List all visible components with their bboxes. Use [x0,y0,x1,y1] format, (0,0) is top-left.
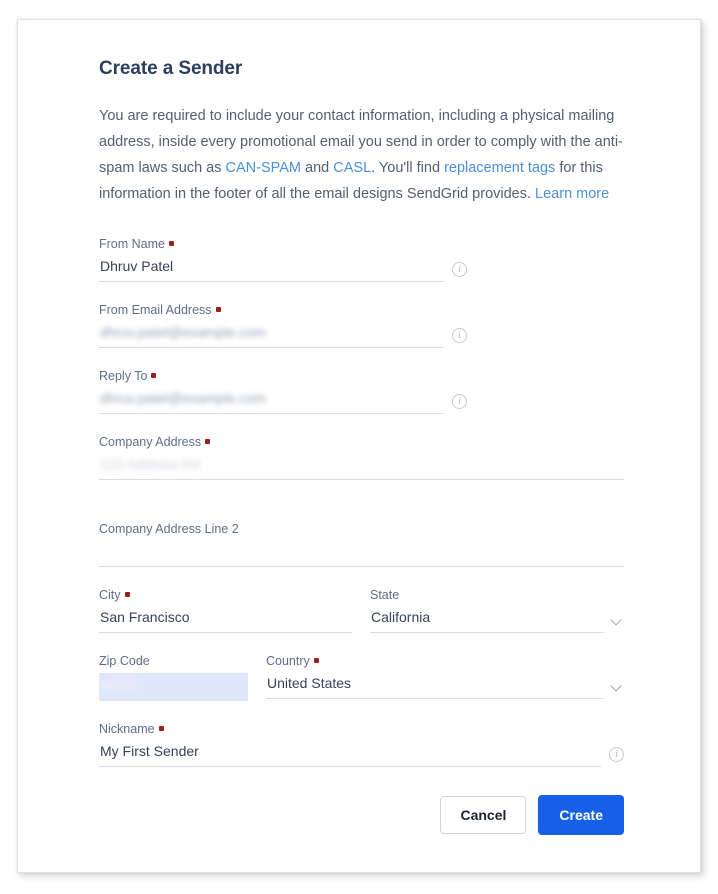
control-company-address-2 [99,540,624,567]
state-select-value[interactable]: California [370,607,604,633]
field-company-address-2: Company Address Line 2 [99,522,624,567]
card-content: Create a Sender You are required to incl… [99,58,624,835]
intro-paragraph: You are required to include your contact… [99,103,626,207]
sender-form: From Name i From Email Address dhruv.pat… [99,237,624,767]
zip-code-input[interactable]: 94111 [99,672,248,701]
field-nickname: Nickname i [99,722,624,767]
cancel-button[interactable]: Cancel [440,795,527,834]
field-city: City [99,588,352,633]
label-country: Country [266,654,624,669]
control-state[interactable]: California [370,607,624,633]
control-from-name: i [99,255,467,282]
required-indicator [215,306,221,312]
label-from-name-text: From Name [99,236,165,251]
label-zip-code: Zip Code [99,653,150,668]
label-company-address: Company Address [99,435,624,450]
row-zip-country: Zip Code 94111 Country United States [99,654,624,722]
info-icon[interactable]: i [452,393,467,409]
link-replacement-tags[interactable]: replacement tags [444,160,555,176]
label-from-email-text: From Email Address [99,302,212,317]
intro-text-part-2: and [301,159,334,176]
control-company-address: 123 Address Rd [99,454,624,480]
zip-code-value: 94111 [100,676,137,693]
link-casl[interactable]: CASL [333,160,371,176]
control-reply-to: dhruv.patel@example.com i [99,388,467,414]
field-from-email: From Email Address dhruv.patel@example.c… [99,303,467,348]
label-nickname-text: Nickname [99,721,155,736]
label-reply-to-text: Reply To [99,368,148,383]
label-state: State [370,587,400,602]
label-company-address-2: Company Address Line 2 [99,521,239,536]
control-nickname: i [99,740,624,767]
create-button[interactable]: Create [538,794,624,835]
control-zip-code: 94111 [99,672,248,701]
info-icon[interactable]: i [452,327,467,343]
info-icon[interactable]: i [609,746,624,762]
chevron-down-icon[interactable] [612,681,622,691]
intro-text-part-3: . You'll find [371,159,445,176]
required-indicator [168,240,174,246]
row-city-state: City State California [99,588,624,654]
link-can-spam[interactable]: CAN-SPAM [226,160,301,176]
company-address-input[interactable]: 123 Address Rd [99,454,624,480]
label-company-address-text: Company Address [99,434,202,449]
required-indicator [124,591,130,597]
create-sender-card: Create a Sender You are required to incl… [17,19,701,873]
page-canvas: Create a Sender You are required to incl… [0,0,718,894]
control-country[interactable]: United States [266,673,624,699]
page-title: Create a Sender [99,58,243,79]
field-state: State California [370,588,624,633]
required-indicator [313,657,319,663]
label-city-text: City [99,587,121,602]
nickname-input[interactable] [99,740,601,767]
label-from-email: From Email Address [99,303,467,318]
label-reply-to: Reply To [99,369,467,384]
company-address-value: 123 Address Rd [100,455,200,472]
required-indicator [205,438,211,444]
field-company-address: Company Address 123 Address Rd [99,435,624,480]
chevron-down-icon[interactable] [612,615,622,625]
required-indicator [158,725,164,731]
field-from-name: From Name i [99,237,467,282]
from-email-value: dhruv.patel@example.com [100,323,266,340]
info-icon[interactable]: i [452,261,467,277]
control-city [99,606,352,633]
field-country: Country United States [266,654,624,701]
from-email-input[interactable]: dhruv.patel@example.com [99,322,444,348]
reply-to-input[interactable]: dhruv.patel@example.com [99,388,444,414]
label-nickname: Nickname [99,722,624,737]
link-learn-more[interactable]: Learn more [535,186,609,202]
field-reply-to: Reply To dhruv.patel@example.com i [99,369,467,414]
reply-to-value: dhruv.patel@example.com [100,389,266,406]
company-address-2-input[interactable] [99,540,624,567]
required-indicator [151,372,157,378]
label-city: City [99,588,352,603]
field-zip-code: Zip Code 94111 [99,654,248,701]
country-select-value[interactable]: United States [266,673,604,699]
label-from-name: From Name [99,237,467,252]
city-input[interactable] [99,606,352,633]
form-spacer [99,501,624,522]
form-actions: Cancel Create [99,794,624,835]
control-from-email: dhruv.patel@example.com i [99,322,467,348]
label-country-text: Country [266,653,310,668]
from-name-input[interactable] [99,255,444,282]
